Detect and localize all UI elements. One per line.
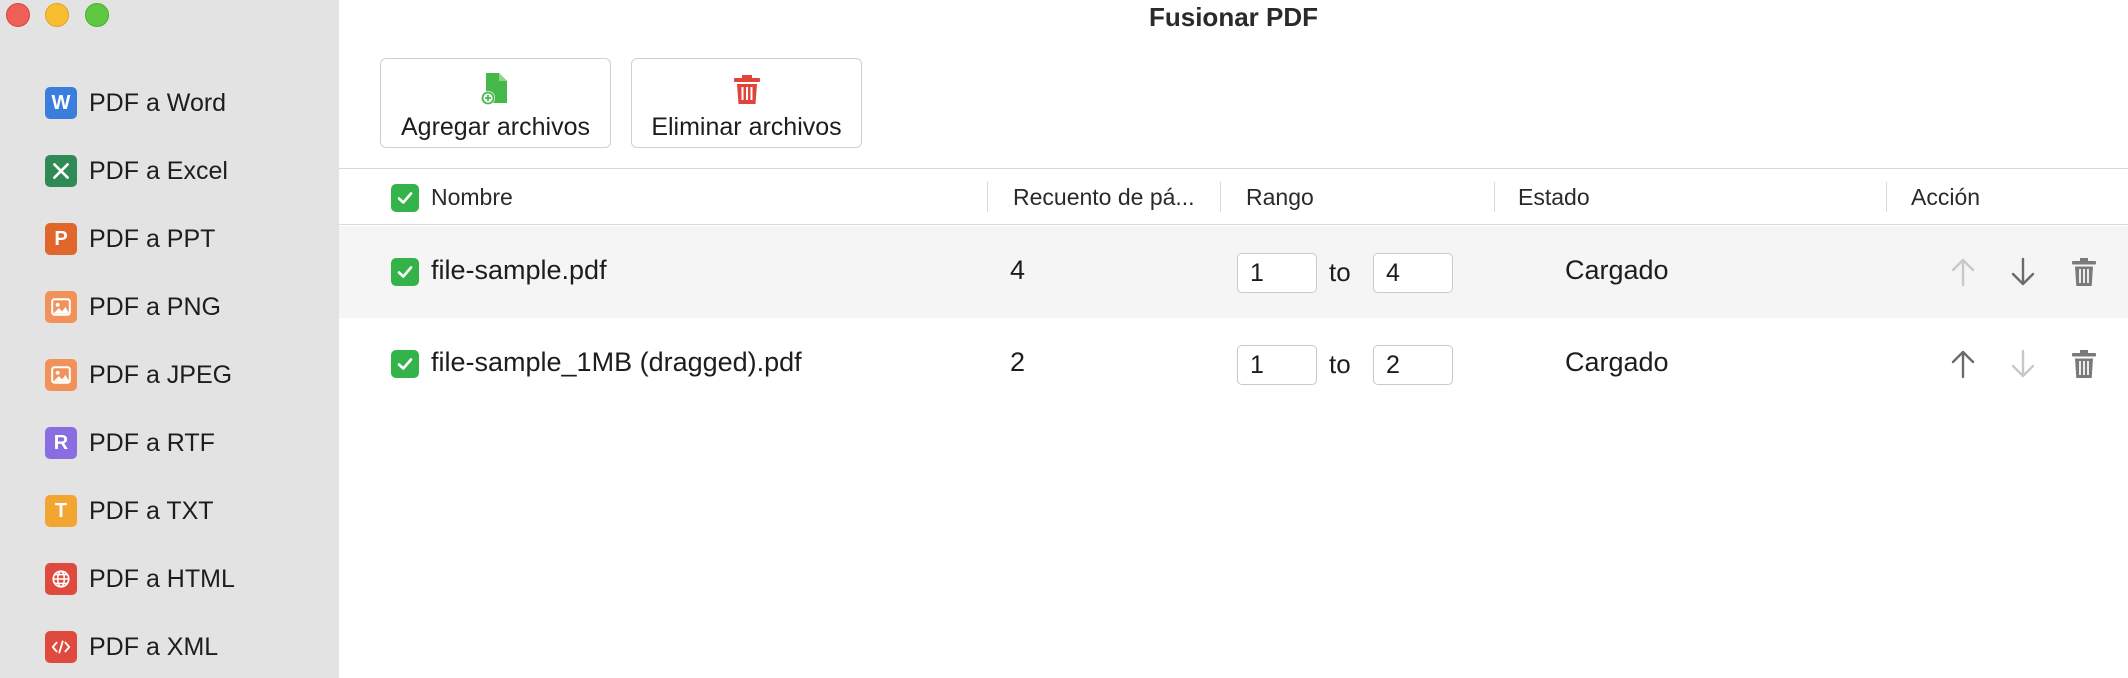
trash-icon xyxy=(731,71,763,107)
row-checkbox[interactable] xyxy=(391,258,419,286)
txt-icon: T xyxy=(45,495,77,527)
range-from-input[interactable]: 1 xyxy=(1237,253,1317,293)
globe-icon xyxy=(45,563,77,595)
column-header-name[interactable]: Nombre xyxy=(431,184,513,211)
sidebar-item-label: PDF a RTF xyxy=(89,428,215,457)
image-icon xyxy=(45,359,77,391)
sidebar-item-label: PDF a PPT xyxy=(89,224,216,253)
range-to-label: to xyxy=(1329,257,1351,287)
sidebar-item-label: PDF a JPEG xyxy=(89,360,233,389)
sidebar-item-label: PDF a HTML xyxy=(89,564,235,593)
status-text: Cargado xyxy=(1565,347,1669,377)
sidebar-item-pdf-to-png[interactable]: PDF a PNG xyxy=(45,289,221,325)
sidebar-item-pdf-to-txt[interactable]: T PDF a TXT xyxy=(45,493,214,529)
delete-row-icon[interactable] xyxy=(2067,345,2101,383)
close-window-button[interactable] xyxy=(6,3,30,27)
sidebar-item-label: PDF a TXT xyxy=(89,496,214,525)
page-count: 2 xyxy=(1010,347,1026,377)
add-file-icon xyxy=(479,71,513,107)
range-to-input[interactable]: 4 xyxy=(1373,253,1453,293)
zoom-window-button[interactable] xyxy=(85,3,109,27)
sidebar-item-pdf-to-ppt[interactable]: P PDF a PPT xyxy=(45,221,215,257)
sidebar-item-label: PDF a PNG xyxy=(89,292,221,321)
sidebar-item-pdf-to-xml[interactable]: PDF a XML xyxy=(45,629,218,665)
table-row[interactable]: file-sample.pdf 4 1 to 4 Cargado xyxy=(339,226,2128,318)
sidebar-item-pdf-to-html[interactable]: PDF a HTML xyxy=(45,561,235,597)
page-count: 4 xyxy=(1010,255,1026,285)
delete-row-icon[interactable] xyxy=(2067,253,2101,291)
column-separator xyxy=(1886,182,1887,212)
range-from-input[interactable]: 1 xyxy=(1237,345,1317,385)
sidebar-item-label: PDF a Word xyxy=(89,88,227,117)
range-to-label: to xyxy=(1329,349,1351,379)
sidebar-item-pdf-to-rtf[interactable]: R PDF a RTF xyxy=(45,425,215,461)
select-all-checkbox[interactable] xyxy=(391,184,419,212)
table-header: Nombre Recuento de pá... Rango Estado Ac… xyxy=(339,170,2128,225)
sidebar-item-pdf-to-word[interactable]: W PDF a Word xyxy=(45,85,226,121)
column-header-status[interactable]: Estado xyxy=(1518,184,1590,211)
column-header-range[interactable]: Rango xyxy=(1246,184,1314,211)
move-up-icon[interactable] xyxy=(1946,253,1980,291)
column-separator xyxy=(1220,182,1221,212)
file-name: file-sample.pdf xyxy=(431,255,607,285)
sidebar-item-pdf-to-excel[interactable]: PDF a Excel xyxy=(45,153,228,189)
sidebar-item-label: PDF a Excel xyxy=(89,156,228,185)
code-icon xyxy=(45,631,77,663)
sidebar-item-label: PDF a XML xyxy=(89,632,219,661)
remove-files-label: Eliminar archivos xyxy=(651,113,842,141)
file-name: file-sample_1MB (dragged).pdf xyxy=(431,347,802,377)
excel-icon xyxy=(45,155,77,187)
sidebar-item-pdf-to-jpeg[interactable]: PDF a JPEG xyxy=(45,357,232,393)
minimize-window-button[interactable] xyxy=(45,3,69,27)
add-files-button[interactable]: Agregar archivos xyxy=(380,58,611,148)
rtf-icon: R xyxy=(45,427,77,459)
move-up-icon[interactable] xyxy=(1946,345,1980,383)
remove-files-button[interactable]: Eliminar archivos xyxy=(631,58,862,148)
sidebar: W PDF a Word PDF a Excel P PDF a PPT PDF… xyxy=(0,0,339,678)
move-down-icon[interactable] xyxy=(2006,253,2040,291)
column-separator xyxy=(1494,182,1495,212)
image-icon xyxy=(45,291,77,323)
add-files-label: Agregar archivos xyxy=(401,113,590,141)
move-down-icon[interactable] xyxy=(2006,345,2040,383)
column-separator xyxy=(987,182,988,212)
column-header-action[interactable]: Acción xyxy=(1911,184,1980,211)
ppt-icon: P xyxy=(45,223,77,255)
word-icon: W xyxy=(45,87,77,119)
toolbar-divider xyxy=(339,168,2128,169)
column-header-page-count[interactable]: Recuento de pá... xyxy=(1013,184,1195,211)
table-row[interactable]: file-sample_1MB (dragged).pdf 2 1 to 2 C… xyxy=(339,318,2128,410)
row-checkbox[interactable] xyxy=(391,350,419,378)
status-text: Cargado xyxy=(1565,255,1669,285)
window-title: Fusionar PDF xyxy=(1148,2,1318,32)
range-to-input[interactable]: 2 xyxy=(1373,345,1453,385)
